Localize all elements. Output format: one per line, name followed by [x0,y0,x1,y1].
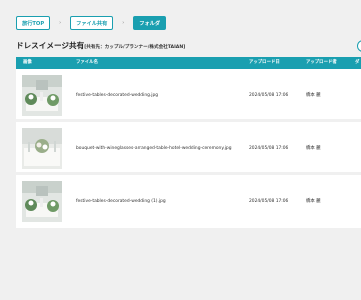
upload-date: 2024/05/08 17:06 [249,199,289,204]
table-row[interactable]: bouquet-with-wineglasses-arranged-table-… [16,122,361,175]
page-title: ドレスイメージ共有 [共有先：カップル/プランナー/株式会社TAIAN] [16,40,185,51]
header-uploader: アップロード者 [306,60,337,65]
action-button[interactable] [357,40,361,52]
uploader-name: 橋本 麗 [306,146,321,151]
breadcrumb-folder-current: フォルダ [133,16,167,30]
header-download: ダ [355,60,360,65]
upload-date: 2024/05/08 17:06 [249,146,289,151]
file-table: 画像 ファイル名 アップロード日 アップロード者 ダ festive-table… [16,57,361,228]
shared-with-label: [共有先：カップル/プランナー/株式会社TAIAN] [84,45,186,50]
table-row[interactable]: festive-tables-decorated-wedding.jpg 202… [16,69,361,122]
image-thumbnail[interactable] [22,128,62,169]
image-thumbnail[interactable] [22,75,62,116]
table-header: 画像 ファイル名 アップロード日 アップロード者 ダ [16,57,361,69]
folder-title: ドレスイメージ共有 [16,41,85,50]
uploader-name: 橋本 麗 [306,93,321,98]
header-filename: ファイル名 [76,60,98,65]
breadcrumb-separator: › [59,20,62,26]
header-image: 画像 [23,60,32,65]
file-name[interactable]: bouquet-with-wineglasses-arranged-table-… [76,146,232,152]
breadcrumb: 旅行TOP › ファイル共有 › フォルダ [16,16,167,30]
table-row[interactable]: festive-tables-decorated-wedding (1).jpg… [16,175,361,228]
breadcrumb-file-share[interactable]: ファイル共有 [70,16,114,30]
breadcrumb-separator: › [122,20,125,26]
upload-date: 2024/05/08 17:06 [249,93,289,98]
file-name[interactable]: festive-tables-decorated-wedding (1).jpg [76,199,166,205]
file-name[interactable]: festive-tables-decorated-wedding.jpg [76,93,158,99]
header-upload-date: アップロード日 [249,60,280,65]
image-thumbnail[interactable] [22,181,62,222]
breadcrumb-travel-top[interactable]: 旅行TOP [16,16,51,30]
uploader-name: 橋本 麗 [306,199,321,204]
